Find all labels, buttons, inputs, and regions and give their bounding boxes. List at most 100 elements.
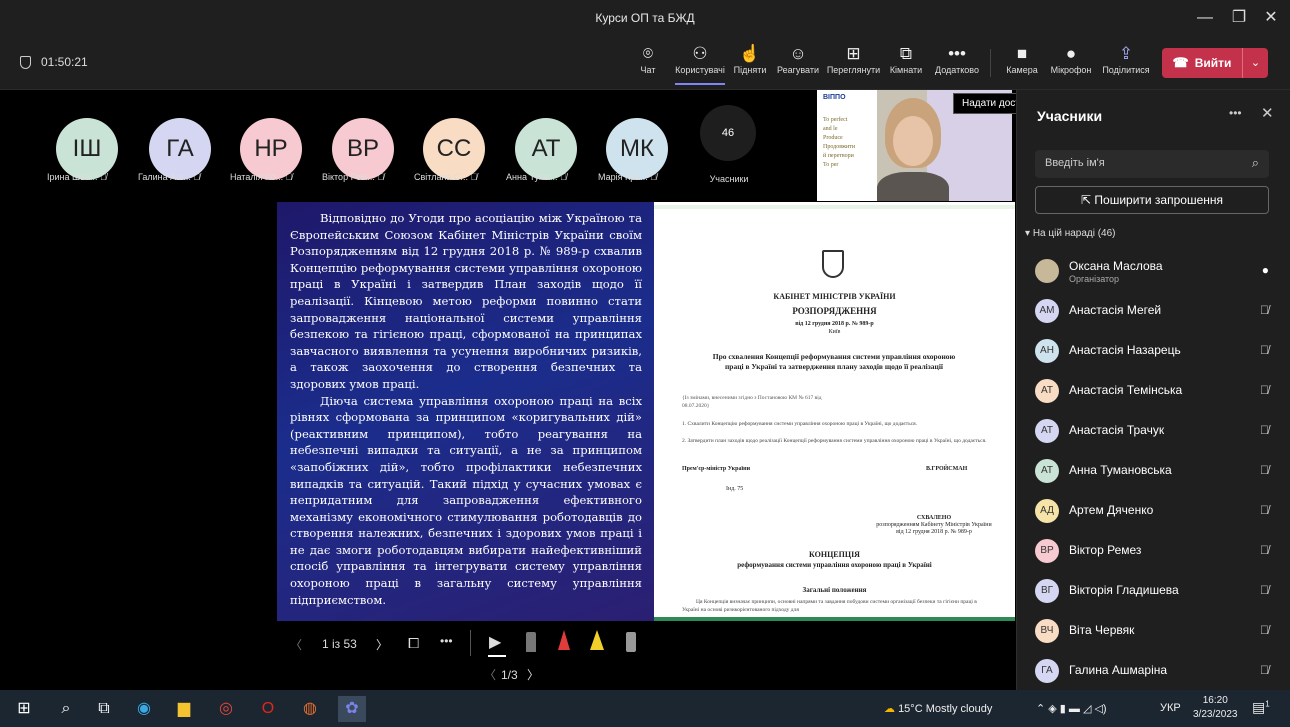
- search-icon[interactable]: ⌕: [52, 696, 80, 722]
- mic-off-icon: 🎙̸: [377, 172, 385, 182]
- prev-slide-button[interactable]: 〈: [290, 636, 302, 653]
- mic-icon: ●: [1065, 44, 1077, 63]
- participant-avatar[interactable]: ВР: [332, 118, 394, 180]
- minimize-button[interactable]: —: [1192, 6, 1218, 30]
- pointer-active-indicator: [488, 655, 506, 657]
- invite-button[interactable]: ⇱ Поширити запрошення: [1035, 186, 1269, 214]
- participant-avatar[interactable]: АТ: [515, 118, 577, 180]
- react-button[interactable]: ☺ Реагувати: [775, 43, 821, 75]
- participant-row[interactable]: АД Артем Дяченко 🎙̸: [1035, 492, 1275, 528]
- next-slide-button[interactable]: 〉: [376, 636, 388, 653]
- presenter-person: [877, 98, 949, 201]
- opera-icon[interactable]: O: [254, 696, 282, 722]
- close-button[interactable]: ✕: [1258, 6, 1284, 30]
- app-icon[interactable]: ◍: [296, 696, 324, 722]
- raise-hand-button[interactable]: ☝ Підняти: [733, 43, 767, 75]
- laser-tool-icon[interactable]: [626, 632, 636, 652]
- mic-off-icon: 🎙̸: [470, 172, 478, 182]
- participant-name: Віта Червяк: [1069, 623, 1135, 637]
- participant-avatar[interactable]: НР: [240, 118, 302, 180]
- meeting-timer: 01:50:21: [20, 55, 88, 69]
- task-view-icon[interactable]: ⧉: [90, 696, 118, 722]
- prev-sub-button[interactable]: 〈: [484, 666, 496, 683]
- presentation-controls: 〈 1 із 53 〉 ⧠ ••• ▶ 〈 1/3 〉: [0, 622, 1016, 692]
- mic-button[interactable]: ● Мікрофон: [1046, 43, 1096, 75]
- rooms-icon: ⧉: [899, 44, 913, 63]
- more-participants-button[interactable]: 46: [700, 105, 756, 161]
- file-explorer-icon[interactable]: ▆: [170, 696, 198, 722]
- participant-row[interactable]: АТ Анастасія Темінська 🎙̸: [1035, 372, 1275, 408]
- chat-button[interactable]: ⌾ Чат: [636, 43, 660, 75]
- participant-avatar[interactable]: СС: [423, 118, 485, 180]
- panel-more-icon[interactable]: •••: [1229, 106, 1242, 120]
- participant-row[interactable]: ГА Галина Ашмаріна 🎙̸: [1035, 652, 1275, 688]
- participant-avatar[interactable]: МК: [606, 118, 668, 180]
- participant-initials: ГА: [1035, 659, 1059, 683]
- react-label: Реагувати: [776, 65, 820, 75]
- participant-avatar[interactable]: ІШ: [56, 118, 118, 180]
- participant-initials: АН: [1035, 339, 1059, 363]
- edge-icon[interactable]: ◉: [130, 696, 158, 722]
- more-participants-label: Учасники: [709, 174, 749, 184]
- tray-icons[interactable]: ⌃ ◈ ▮ ▬ ◿ ◁): [1036, 702, 1107, 715]
- more-icon: •••: [948, 44, 966, 63]
- teams-icon[interactable]: ✿: [338, 696, 366, 722]
- more-options-button[interactable]: ••• Додатково: [932, 43, 982, 75]
- mic-off-icon: 🎙̸: [1260, 383, 1269, 397]
- participant-avatar[interactable]: ГА: [149, 118, 211, 180]
- chat-label: Чат: [640, 65, 656, 75]
- participant-name: Віктор Ремез: [1069, 543, 1142, 557]
- people-button[interactable]: ⚇ Користувачі: [671, 43, 729, 85]
- participant-row[interactable]: АМ Анастасія Мегей 🎙̸: [1035, 292, 1275, 328]
- participant-row[interactable]: АН Анастасія Назарець 🎙̸: [1035, 332, 1275, 368]
- raise-hand-icon: ☝: [739, 44, 761, 63]
- restore-button[interactable]: ❐: [1226, 6, 1252, 30]
- leave-dropdown[interactable]: ⌄: [1242, 48, 1268, 78]
- notification-icon[interactable]: ▤1: [1252, 699, 1270, 716]
- participant-search-input[interactable]: Введіть ім'я ⌕: [1035, 150, 1269, 178]
- leave-label: Вийти: [1194, 56, 1232, 70]
- participant-row[interactable]: ВГ Вікторія Гладишева 🎙̸: [1035, 572, 1275, 608]
- phone-hangup-icon: ☎: [1172, 55, 1189, 70]
- pointer-tool-icon[interactable]: ▶: [489, 632, 501, 652]
- weather-widget[interactable]: ☁ 15°C Mostly cloudy: [884, 702, 992, 715]
- eraser-tool-icon[interactable]: [526, 632, 536, 652]
- participant-name: Віктор Рем... 🎙̸: [322, 172, 385, 182]
- slides-overview-icon[interactable]: ⧠: [408, 635, 419, 652]
- leave-main[interactable]: ☎ Вийти: [1162, 55, 1242, 71]
- view-button[interactable]: ⊞ Переглянути: [826, 43, 881, 75]
- react-icon: ☺: [789, 44, 807, 63]
- section-header[interactable]: ▾ На цій нараді (46): [1025, 228, 1116, 239]
- mic-off-icon: 🎙̸: [650, 172, 658, 182]
- participant-row[interactable]: Оксана Маслова Організатор ●: [1035, 252, 1275, 288]
- participant-row[interactable]: АТ Анастасія Трачук 🎙̸: [1035, 412, 1275, 448]
- clock[interactable]: 16:20 3/23/2023: [1193, 694, 1238, 722]
- camera-button[interactable]: ■ Камера: [1002, 43, 1042, 75]
- language-indicator[interactable]: УКР: [1160, 702, 1181, 714]
- mic-off-icon: 🎙̸: [560, 172, 567, 182]
- mic-off-icon: 🎙̸: [1260, 463, 1269, 477]
- participant-row[interactable]: АТ Анна Тумановська 🎙̸: [1035, 452, 1275, 488]
- participant-name: Світлана С... 🎙̸: [414, 172, 478, 182]
- window-title: Курси ОП та БЖД: [595, 11, 695, 25]
- view-label: Переглянути: [826, 65, 881, 75]
- doc-subject: Про схвалення Концепції реформування сис…: [712, 352, 956, 371]
- rooms-button[interactable]: ⧉ Кімнати: [885, 43, 927, 75]
- windows-start-icon[interactable]: ⊞: [10, 696, 38, 722]
- red-pen-tool-icon[interactable]: [558, 630, 570, 650]
- share-icon: ⇪: [1118, 44, 1134, 63]
- leave-button[interactable]: ☎ Вийти ⌄: [1162, 48, 1268, 78]
- highlighter-tool-icon[interactable]: [590, 630, 604, 650]
- more-controls-button[interactable]: •••: [440, 634, 453, 648]
- panel-close-icon[interactable]: ✕: [1261, 104, 1274, 122]
- participants-panel: Учасники ••• ✕ Введіть ім'я ⌕ ⇱ Поширити…: [1016, 90, 1290, 690]
- doc-signer-title: Прем'єр-міністр України: [682, 466, 751, 472]
- participant-row[interactable]: ВЧ Віта Червяк 🎙̸: [1035, 612, 1275, 648]
- participant-row[interactable]: ВР Віктор Ремез 🎙̸: [1035, 532, 1275, 568]
- participant-name: Оксана Маслова: [1069, 259, 1163, 273]
- mic-off-icon: 🎙̸: [1260, 303, 1269, 317]
- chrome-icon[interactable]: ◎: [212, 696, 240, 722]
- next-sub-button[interactable]: 〉: [527, 666, 539, 683]
- share-button[interactable]: ⇪ Поділитися: [1100, 43, 1152, 75]
- mic-off-icon: 🎙̸: [1260, 423, 1269, 437]
